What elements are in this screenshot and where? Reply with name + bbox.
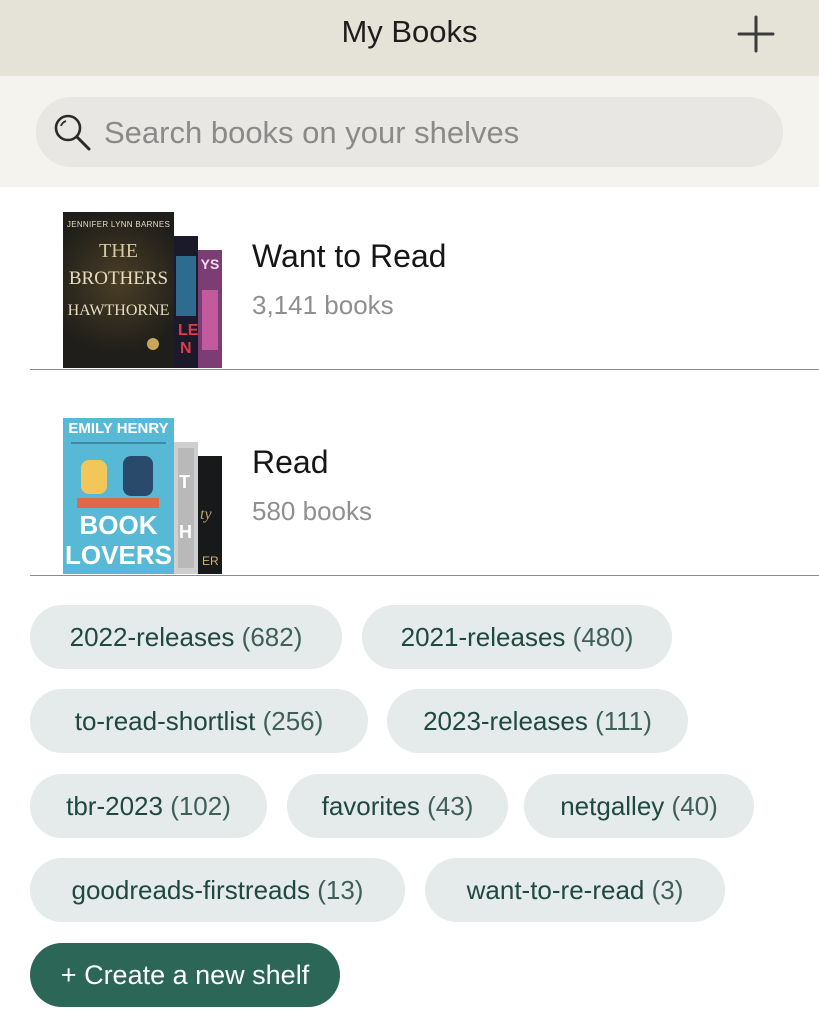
- shelf-tag-name: favorites: [321, 791, 420, 821]
- cover-title-line: BOOK: [79, 510, 158, 540]
- cover-author: JENNIFER LYNN BARNES: [66, 220, 171, 229]
- shelf-title: Read: [252, 444, 329, 480]
- shelf-tag-name: goodreads-firstreads: [71, 875, 310, 905]
- divider: [30, 575, 819, 576]
- shelf-tag-name: 2021-releases: [400, 622, 566, 652]
- shelf-count: 3,141 books: [252, 290, 394, 320]
- shelf-tag-count: (102): [170, 791, 231, 821]
- shelf-tag-count: (480): [572, 622, 634, 652]
- book-cover-book-lovers: EMILY HENRY BOOK LOVERS: [63, 418, 174, 574]
- shelf-tag-2022-releases[interactable]: 2022-releases (682): [30, 605, 342, 669]
- cover-title-line: LOVERS: [65, 540, 172, 570]
- shelf-tag-count: (682): [241, 622, 303, 652]
- plus-icon: [737, 15, 775, 53]
- shelf-row-read[interactable]: ty ER T H EMILY HENRY BOOK LOVERS Read 5…: [0, 400, 819, 576]
- shelf-title: Want to Read: [252, 238, 447, 274]
- shelf-tag-name: netgalley: [560, 791, 665, 821]
- shelf-tag-count: (111): [595, 706, 652, 736]
- shelf-tag-name: 2023-releases: [423, 706, 588, 736]
- book-cover: ty ER: [198, 456, 222, 574]
- shelf-tag-goodreads-firstreads[interactable]: goodreads-firstreads (13): [30, 858, 405, 922]
- shelf-count: 580 books: [252, 496, 372, 526]
- shelf-tag-count: (3): [651, 875, 684, 905]
- top-bar: My Books: [0, 0, 819, 76]
- cover-title-line: HAWTHORNE: [67, 302, 170, 319]
- book-cover: YS: [198, 250, 222, 368]
- shelf-tag-netgalley[interactable]: netgalley (40): [524, 774, 754, 838]
- cover-author: EMILY HENRY: [68, 420, 169, 437]
- shelf-tag-to-read-shortlist[interactable]: to-read-shortlist (256): [30, 689, 368, 753]
- shelf-tag-2021-releases[interactable]: 2021-releases (480): [362, 605, 672, 669]
- shelf-tag-name: tbr-2023: [66, 791, 163, 821]
- shelf-tag-want-to-re-read[interactable]: want-to-re-read (3): [425, 858, 725, 922]
- shelf-tag-count: (43): [427, 791, 474, 821]
- shelf-tag-count: (13): [317, 875, 364, 905]
- magnifier-icon: [54, 114, 91, 151]
- divider: [30, 369, 819, 370]
- create-shelf-button[interactable]: + Create a new shelf: [30, 943, 340, 1007]
- shelf-tag-name: to-read-shortlist: [74, 706, 256, 736]
- book-cover: LE N: [174, 236, 198, 368]
- shelf-tag-count: (40): [671, 791, 718, 821]
- book-cover: T H: [174, 442, 198, 574]
- shelf-tag-name: want-to-re-read: [466, 875, 645, 905]
- add-shelf-button[interactable]: [734, 12, 778, 56]
- book-cover-brothers-hawthorne: JENNIFER LYNN BARNES THE BROTHERS HAWTHO…: [63, 212, 174, 368]
- shelf-tag-2023-releases[interactable]: 2023-releases (111): [387, 689, 688, 753]
- shelf-tag-count: (256): [262, 706, 324, 736]
- shelf-tag-name: 2022-releases: [69, 622, 235, 652]
- cover-title-line: THE: [99, 240, 138, 262]
- shelf-tag-tbr-2023[interactable]: tbr-2023 (102): [30, 774, 267, 838]
- page-title: My Books: [341, 14, 478, 49]
- shelf-row-want-to-read[interactable]: YS LE N JENNIFER LYNN BARNES THE BROTHER…: [0, 194, 819, 370]
- search-input[interactable]: [104, 112, 744, 154]
- shelf-tag-favorites[interactable]: favorites (43): [287, 774, 508, 838]
- cover-title-line: BROTHERS: [68, 268, 169, 289]
